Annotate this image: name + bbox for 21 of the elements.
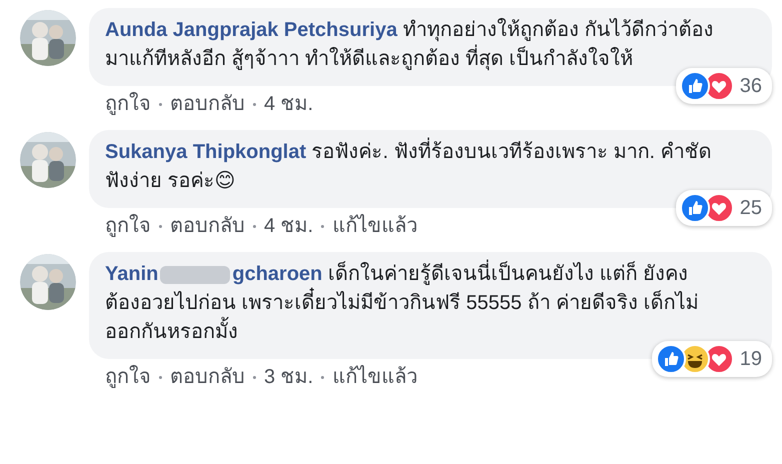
reaction-summary[interactable]: 19	[652, 341, 772, 377]
edited-label: แก้ไขแล้ว	[332, 213, 418, 239]
edited-label: แก้ไขแล้ว	[332, 364, 418, 390]
comment-text: Aunda Jangprajak Petchsuriya ทำทุกอย่างให้ถูกต้อง กันไว้ดีกว่าต้องมาแก้ทีหลังอีก สู้ๆจ้าาา ทำให้ดีและถูกต้อง ที่สุด เป็นกำลังใจให้	[105, 19, 714, 70]
like-link[interactable]: ถูกใจ	[105, 90, 151, 118]
like-reaction-icon	[680, 71, 710, 101]
reply-link[interactable]: ตอบกลับ	[170, 90, 245, 118]
like-link[interactable]: ถูกใจ	[105, 363, 151, 391]
like-reaction-icon	[680, 193, 710, 223]
reply-link[interactable]: ตอบกลับ	[170, 363, 245, 391]
timestamp[interactable]: 3 ชม.	[264, 363, 314, 391]
commenter-name[interactable]: Aunda Jangprajak Petchsuriya	[105, 19, 398, 41]
reaction-summary[interactable]: 36	[676, 68, 772, 104]
like-reaction-icon	[656, 344, 686, 374]
reply-link[interactable]: ตอบกลับ	[170, 212, 245, 240]
commenter-name[interactable]: Yanin gcharoen	[105, 263, 322, 285]
like-link[interactable]: ถูกใจ	[105, 212, 151, 240]
timestamp[interactable]: 4 ชม.	[264, 90, 314, 118]
commenter-name[interactable]: Sukanya Thipkonglat	[105, 141, 306, 163]
timestamp[interactable]: 4 ชม.	[264, 212, 314, 240]
reaction-summary[interactable]: 25	[676, 190, 772, 226]
